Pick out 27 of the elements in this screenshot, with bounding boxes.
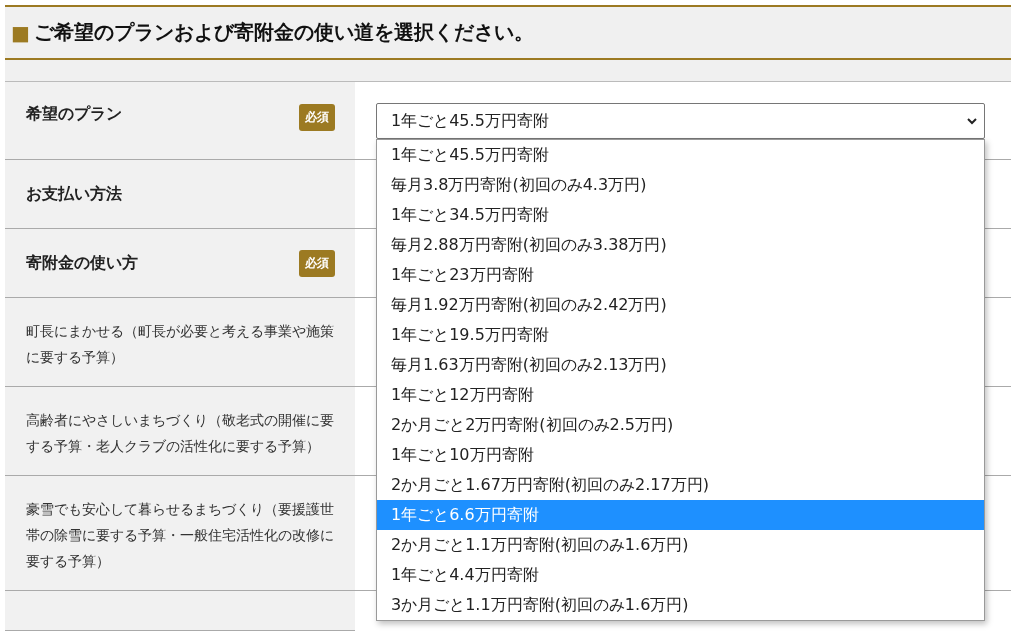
- section-title: ご希望のプランおよび寄附金の使い道を選択ください。: [33, 19, 534, 46]
- dropdown-option[interactable]: 1年ごと12万円寄附: [377, 380, 984, 410]
- dropdown-option[interactable]: 1年ごと19.5万円寄附: [377, 320, 984, 350]
- dropdown-option[interactable]: 毎月2.88万円寄附(初回のみ3.38万円): [377, 230, 984, 260]
- square-marker: ■: [11, 20, 30, 45]
- dropdown-option[interactable]: 1年ごと23万円寄附: [377, 260, 984, 290]
- dropdown-option[interactable]: 1年ごと34.5万円寄附: [377, 200, 984, 230]
- required-badge: 必須: [299, 249, 335, 277]
- usage-option-text: 豪雪でも安心して暮らせるまちづくり（要援護世帯の除雪に要する予算・一般住宅活性化の改修に要する予算）: [26, 500, 335, 571]
- usage-option-text: 町長にまかせる（町長が必要と考える事業や施策に要する予算）: [26, 322, 335, 367]
- plan-select[interactable]: 1年ごと45.5万円寄附: [376, 103, 985, 139]
- dropdown-option[interactable]: 2か月ごと1.67万円寄附(初回のみ2.17万円): [377, 470, 984, 500]
- dropdown-option[interactable]: 1年ごと45.5万円寄附: [377, 140, 984, 170]
- usage-option-text: 高齢者にやさしいまちづくり（敬老式の開催に要する予算・老人クラブの活性化に要する予算）: [26, 411, 335, 456]
- dropdown-option[interactable]: 毎月3.8万円寄附(初回のみ4.3万円): [377, 170, 984, 200]
- dropdown-option[interactable]: 毎月1.92万円寄附(初回のみ2.42万円): [377, 290, 984, 320]
- required-badge: 必須: [299, 104, 335, 131]
- chevron-down-icon: [966, 115, 978, 127]
- field-label: 寄附金の使い方: [26, 252, 138, 274]
- field-label: 希望のプラン: [26, 104, 122, 125]
- dropdown-option[interactable]: 2か月ごと2万円寄附(初回のみ2.5万円): [377, 410, 984, 440]
- field-label: お支払い方法: [26, 183, 122, 205]
- dropdown-option[interactable]: 毎月1.63万円寄附(初回のみ2.13万円): [377, 350, 984, 380]
- dropdown-option[interactable]: 1年ごと4.4万円寄附: [377, 560, 984, 590]
- dropdown-option[interactable]: 2か月ごと1.1万円寄附(初回のみ1.6万円): [377, 530, 984, 560]
- dropdown-option[interactable]: 3か月ごと1.1万円寄附(初回のみ1.6万円): [377, 590, 984, 620]
- dropdown-option[interactable]: 1年ごと10万円寄附: [377, 440, 984, 470]
